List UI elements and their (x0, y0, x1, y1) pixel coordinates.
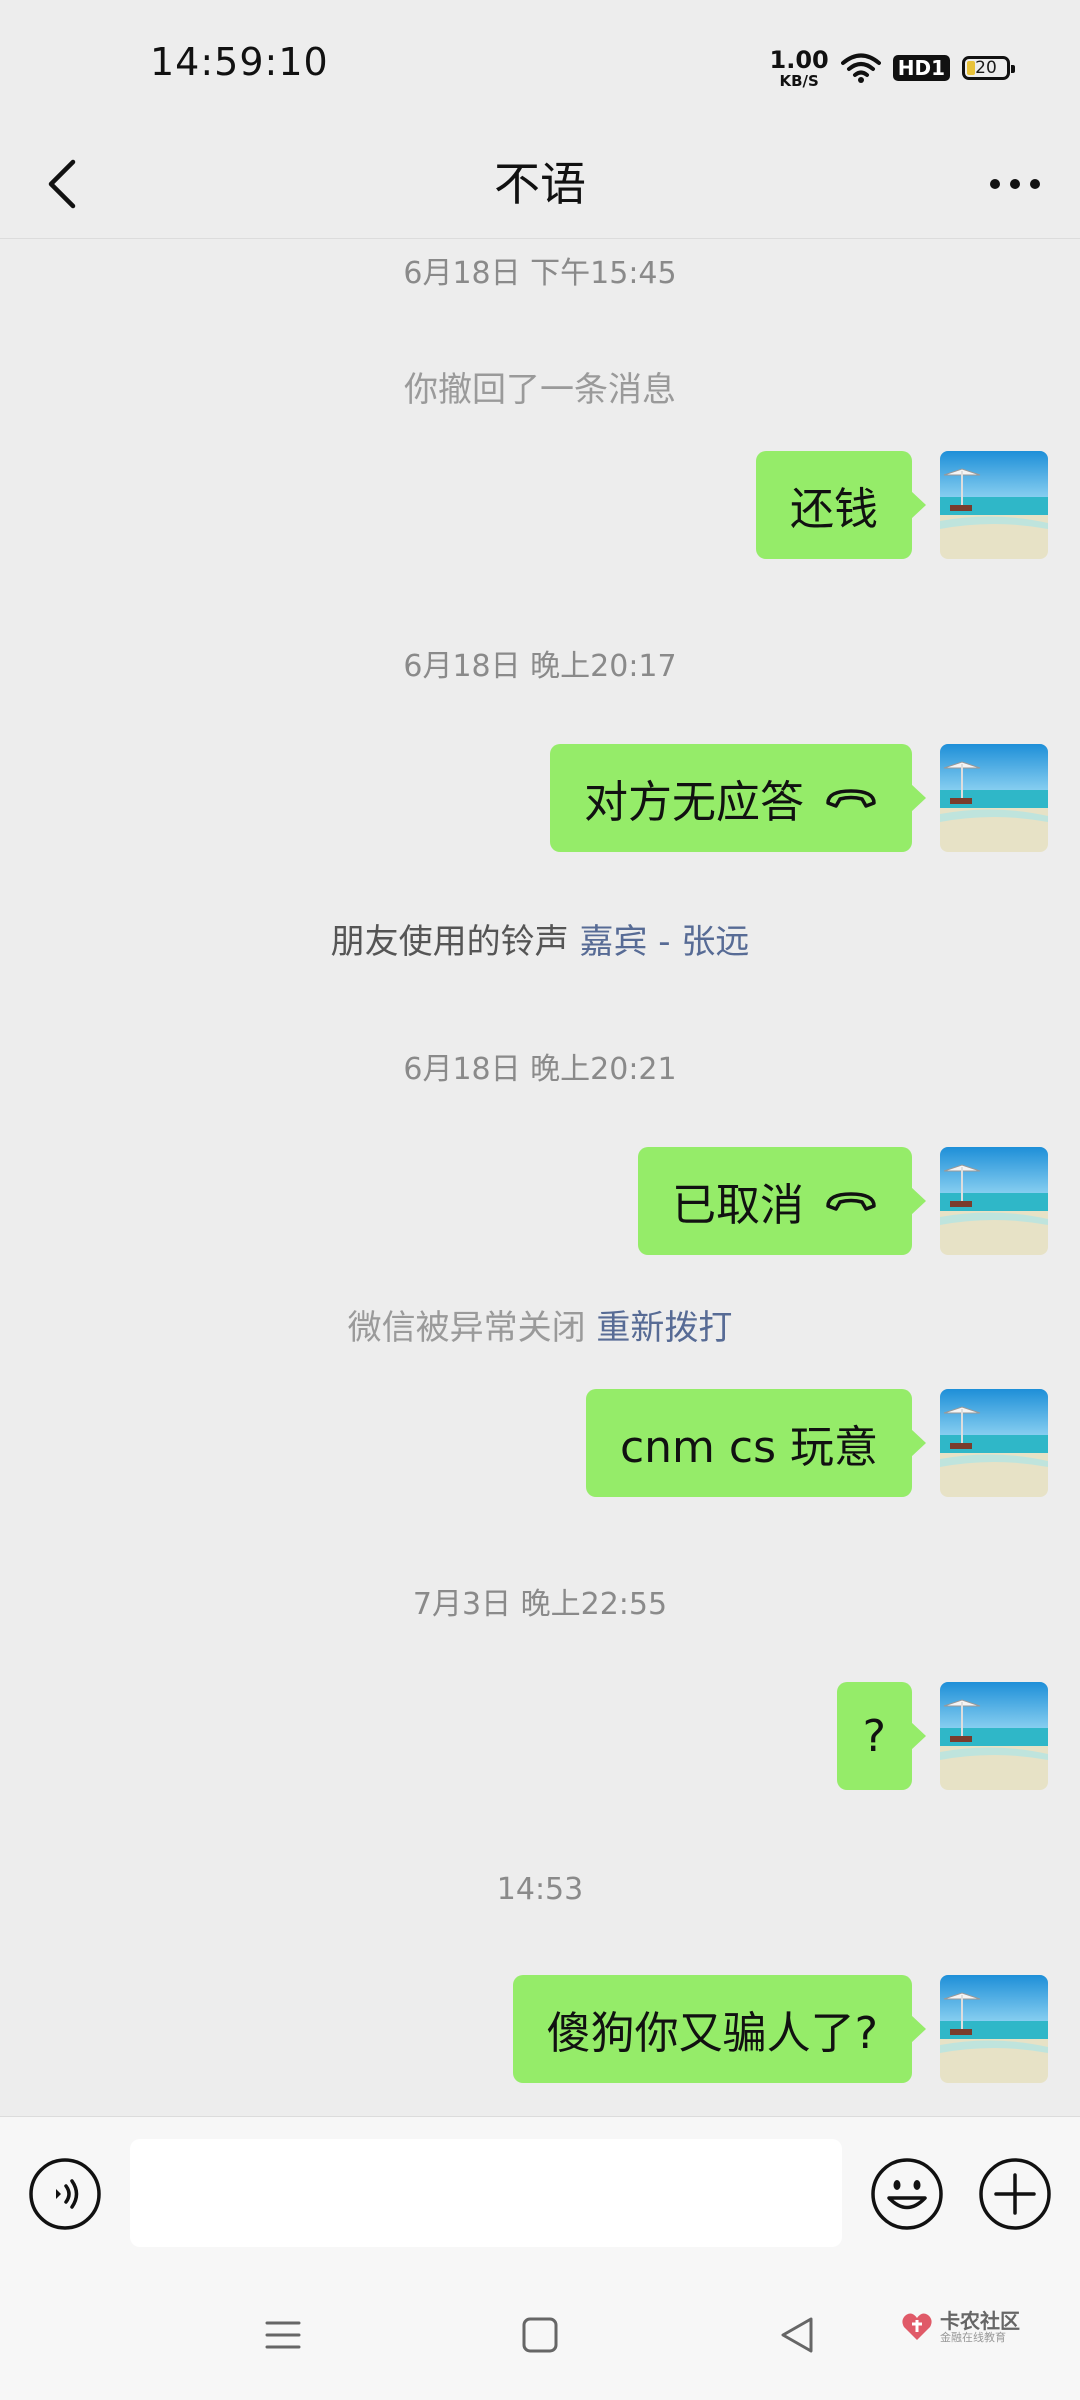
battery-level: 20 (975, 58, 997, 78)
system-closed-text: 微信被异常关闭 (347, 1308, 586, 1348)
message-input[interactable] (130, 2139, 842, 2247)
system-navigation-bar: 卡农社区 金融在线教育 (0, 2270, 1080, 2400)
message-row: 已取消 (638, 1147, 1048, 1255)
watermark-subtitle: 金融在线教育 (940, 2331, 1006, 2344)
menu-icon (265, 2321, 301, 2349)
avatar[interactable] (940, 1389, 1048, 1497)
network-speed-unit: KB/S (779, 71, 819, 90)
avatar[interactable] (940, 451, 1048, 559)
message-text: ? (862, 1710, 886, 1762)
message-timestamp: 7月3日 晚上22:55 (412, 1587, 668, 1622)
message-text: 还钱 (790, 484, 878, 535)
message-text: 对方无应答 (584, 777, 804, 828)
plus-icon (979, 2158, 1051, 2230)
voice-icon (29, 2158, 101, 2230)
message-bubble-call[interactable]: 已取消 (638, 1147, 926, 1255)
more-functions-button[interactable] (978, 2157, 1052, 2231)
message-timestamp: 6月18日 晚上20:17 (403, 649, 677, 684)
watermark: 卡农社区 金融在线教育 (900, 2310, 1020, 2344)
network-speed-value: 1.00 (769, 45, 829, 74)
avatar[interactable] (940, 744, 1048, 852)
chat-messages[interactable]: 6月18日 下午15:45 你撤回了一条消息 还钱 6月18日 晚上20:17 … (0, 238, 1080, 2116)
avatar[interactable] (940, 1682, 1048, 1790)
message-row: cnm cs 玩意 (585, 1389, 1048, 1497)
message-row: ? (836, 1682, 1048, 1790)
message-text: 已取消 (672, 1180, 804, 1231)
more-button[interactable] (980, 150, 1050, 218)
message-bubble[interactable]: 傻狗你又骗人了? (512, 1975, 927, 2083)
kanong-logo-icon (902, 2313, 932, 2341)
emoji-button[interactable] (870, 2157, 944, 2231)
message-timestamp: 6月18日 下午15:45 (403, 256, 677, 291)
menu-button[interactable] (258, 2310, 308, 2360)
chat-header: 不语 (0, 130, 1080, 239)
message-timestamp: 14:53 (496, 1872, 584, 1907)
phone-hangup-icon (826, 1192, 876, 1211)
input-bar (0, 2116, 1080, 2271)
status-time: 14:59:10 (150, 40, 329, 84)
message-text: 傻狗你又骗人了? (546, 2008, 878, 2059)
system-message-closed: 微信被异常关闭 重新拨打 (0, 1300, 1080, 1349)
home-icon (522, 2317, 558, 2353)
avatar[interactable] (940, 1147, 1048, 1255)
message-bubble[interactable]: cnm cs 玩意 (585, 1389, 927, 1497)
back-button[interactable] (34, 150, 90, 218)
message-bubble-call[interactable]: 对方无应答 (550, 744, 926, 852)
message-row: 对方无应答 (550, 744, 1048, 852)
ringtone-label: 朋友使用的铃声 (330, 922, 569, 962)
wifi-icon (840, 53, 881, 83)
network-speed: 1.00 KB/S (770, 48, 829, 89)
message-row: 还钱 (756, 451, 1048, 559)
system-message-recall: 你撤回了一条消息 (404, 370, 676, 410)
status-icons: 1.00 KB/S HD1 20 (770, 44, 1015, 92)
message-row: 傻狗你又骗人了? (512, 1975, 1048, 2083)
message-bubble[interactable]: 还钱 (756, 451, 926, 559)
chevron-left-icon (48, 159, 76, 209)
ringtone-info: 朋友使用的铃声 嘉宾 - 张远 (0, 914, 1080, 963)
battery-icon: 20 (962, 56, 1015, 80)
message-timestamp: 6月18日 晚上20:21 (403, 1052, 677, 1087)
home-button[interactable] (515, 2310, 565, 2360)
chat-title: 不语 (494, 157, 586, 211)
avatar[interactable] (940, 1975, 1048, 2083)
redial-link[interactable]: 重新拨打 (596, 1308, 732, 1348)
ringtone-song-link[interactable]: 嘉宾 - 张远 (579, 922, 749, 962)
back-nav-button[interactable] (772, 2310, 822, 2360)
status-bar: 14:59:10 1.00 KB/S HD1 20 (0, 0, 1080, 130)
hd-signal-badge: HD1 (892, 55, 950, 81)
watermark-title: 卡农社区 (940, 2309, 1020, 2333)
message-text: cnm cs 玩意 (619, 1422, 878, 1473)
message-bubble[interactable]: ? (836, 1682, 927, 1790)
phone-hangup-icon (826, 789, 876, 808)
emoji-icon (871, 2158, 943, 2230)
voice-button[interactable] (28, 2157, 102, 2231)
more-dots-icon (990, 179, 1040, 189)
triangle-back-icon (781, 2317, 813, 2353)
